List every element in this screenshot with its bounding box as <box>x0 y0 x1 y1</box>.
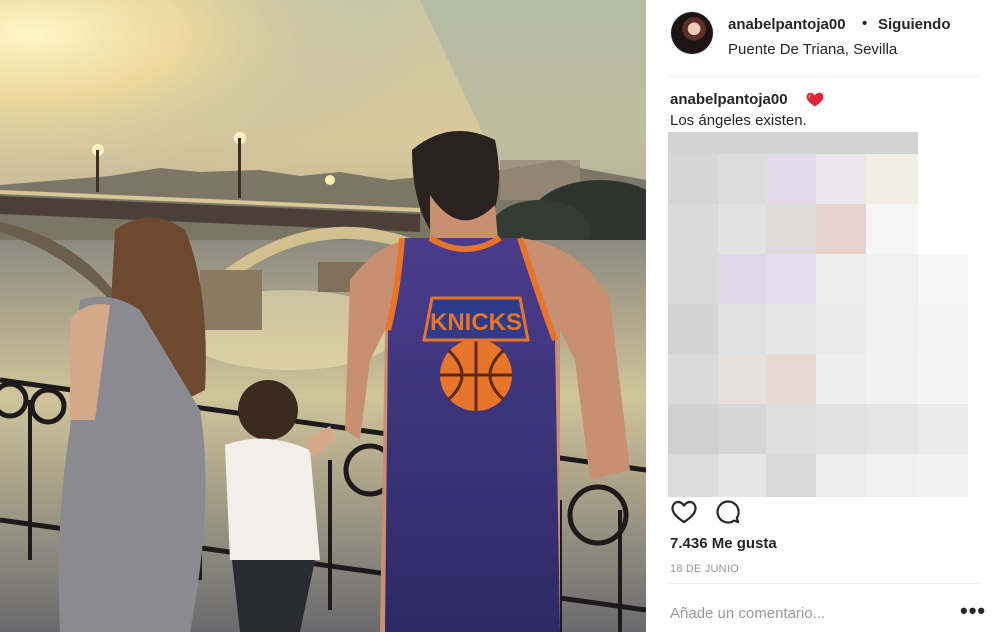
post-actions <box>668 498 988 526</box>
jersey-text: KNICKS <box>430 309 522 336</box>
following-button[interactable]: Siguiendo <box>878 16 951 33</box>
likes-count[interactable]: 7.436 Me gusta <box>670 535 777 552</box>
post-header: anabelpantoja00 • Siguiendo Puente De Tr… <box>646 0 1000 76</box>
post-photo[interactable]: KNICKS <box>0 0 646 632</box>
more-options-button[interactable]: ••• <box>960 598 986 624</box>
heart-emoji-icon <box>806 92 824 107</box>
photo-scene: KNICKS <box>0 0 646 632</box>
location-link[interactable]: Puente De Triana, Sevilla <box>728 41 897 58</box>
header-username[interactable]: anabelpantoja00 <box>728 16 846 33</box>
pixelated-comments <box>668 132 968 497</box>
post-side-panel: anabelpantoja00 • Siguiendo Puente De Tr… <box>646 0 1000 632</box>
heart-outline-icon[interactable] <box>670 498 698 526</box>
comment-bubble-icon[interactable] <box>714 498 742 526</box>
post-date[interactable]: 18 DE JUNIO <box>670 563 739 575</box>
caption-username[interactable]: anabelpantoja00 <box>670 91 788 108</box>
divider <box>668 76 980 77</box>
divider <box>668 583 980 584</box>
caption-text: Los ángeles existen. <box>670 112 807 129</box>
add-comment-input[interactable]: Añade un comentario... <box>670 605 825 622</box>
separator-dot: • <box>862 15 868 32</box>
avatar[interactable] <box>671 12 713 54</box>
